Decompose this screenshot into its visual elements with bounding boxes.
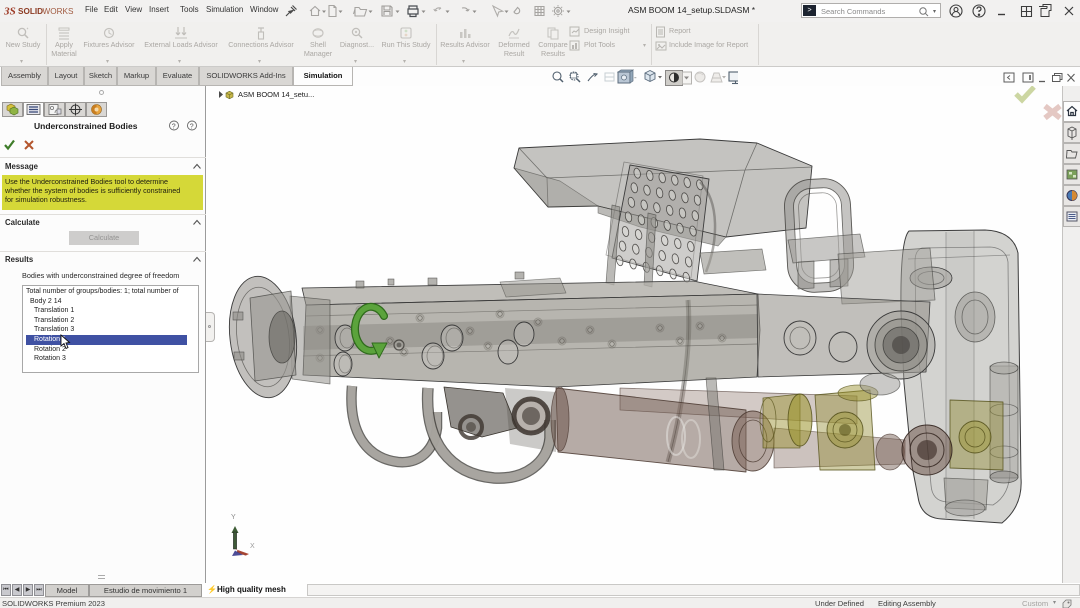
svg-text:ЗS: ЗS	[4, 6, 16, 18]
svg-text:-: -	[634, 73, 637, 82]
svg-text:?: ?	[172, 123, 176, 130]
svg-text:?: ?	[190, 123, 194, 130]
svg-text:Y: Y	[231, 514, 236, 521]
svg-text:WORKS: WORKS	[43, 7, 74, 16]
svg-text:SOLID: SOLID	[18, 7, 43, 16]
svg-text:X: X	[250, 543, 255, 550]
